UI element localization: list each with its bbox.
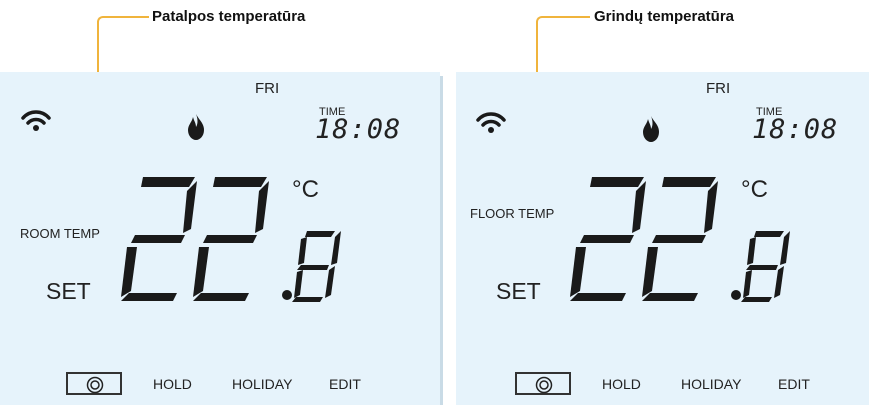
- day-label: FRI: [255, 80, 280, 97]
- flame-icon: [188, 114, 204, 140]
- wifi-icon: [21, 110, 51, 131]
- thermostat-display-floor: FRI TIME 18:08 FLOOR TEMP SET °C HOLD HO…: [456, 72, 869, 405]
- hold-button[interactable]: HOLD: [153, 376, 192, 392]
- set-label: SET: [46, 278, 91, 304]
- thermostat-display-room: FRI TIME 18:08 ROOM TEMP SET °C HOLD HOL…: [0, 72, 440, 405]
- day-label: FRI: [706, 80, 731, 97]
- home-button[interactable]: [515, 372, 571, 395]
- home-button[interactable]: [66, 372, 122, 395]
- wifi-icon: [476, 112, 506, 133]
- temp-unit: °C: [292, 176, 319, 203]
- holiday-button[interactable]: HOLIDAY: [232, 376, 292, 392]
- time-value: 18:08: [315, 114, 402, 145]
- home-icon: [86, 376, 104, 394]
- edit-button[interactable]: EDIT: [329, 376, 361, 392]
- set-label: SET: [496, 278, 541, 304]
- hold-button[interactable]: HOLD: [602, 376, 641, 392]
- floor-temp-label: FLOOR TEMP: [470, 206, 555, 221]
- room-temp-label: ROOM TEMP: [20, 226, 100, 241]
- callout-room-temp-label: Patalpos temperatūra: [152, 8, 306, 25]
- flame-icon: [643, 116, 659, 142]
- time-value: 18:08: [752, 114, 839, 145]
- temp-unit: °C: [741, 176, 768, 203]
- callout-floor-temp-label: Grindų temperatūra: [594, 8, 735, 25]
- edit-button[interactable]: EDIT: [778, 376, 810, 392]
- panel-edge: [440, 76, 443, 405]
- home-icon: [535, 376, 553, 394]
- holiday-button[interactable]: HOLIDAY: [681, 376, 741, 392]
